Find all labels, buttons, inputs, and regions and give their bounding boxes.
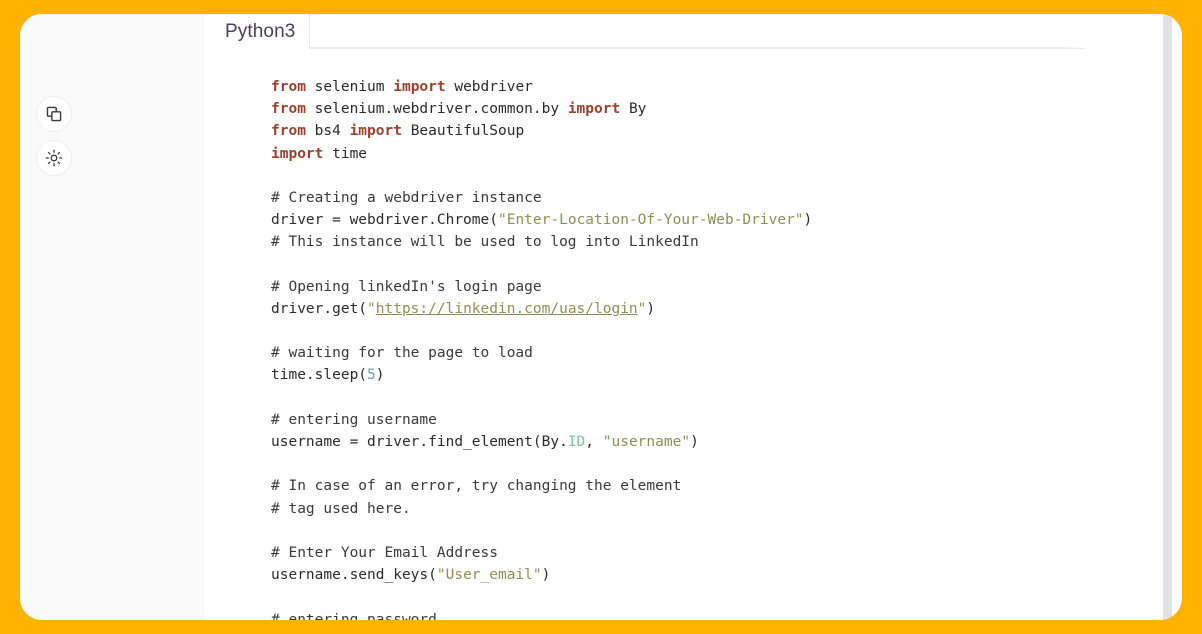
code-token-plain: ) bbox=[541, 567, 551, 584]
code-token-str: "Enter-Location-Of-Your-Web-Driver" bbox=[497, 212, 804, 229]
code-block[interactable]: from selenium import webdriver from selen… bbox=[271, 76, 812, 620]
code-token-str: " bbox=[367, 300, 376, 317]
code-token-plain: BeautifulSoup bbox=[410, 123, 525, 140]
code-token-cls: ID bbox=[567, 434, 586, 450]
copy-icon[interactable] bbox=[36, 96, 72, 132]
code-line: import time bbox=[271, 143, 812, 165]
code-token-plain: webdriver bbox=[454, 79, 533, 95]
vertical-scrollbar[interactable] bbox=[1163, 14, 1172, 620]
code-token-plain: selenium.webdriver.common.by bbox=[314, 101, 568, 118]
brightness-icon[interactable] bbox=[36, 140, 72, 176]
code-token-cmt: # Opening linkedIn's login page bbox=[271, 278, 542, 295]
code-token-plain: By bbox=[628, 101, 647, 118]
code-token-cmt: # In case of an error, try changing the … bbox=[271, 478, 682, 495]
code-token-kw: from bbox=[271, 123, 315, 140]
code-token-cmt: # entering username bbox=[271, 411, 437, 428]
code-token-plain: bs4 bbox=[314, 123, 350, 140]
code-token-plain: username = driver.find_element(By. bbox=[271, 434, 568, 450]
code-token-cmt: # tag used here. bbox=[271, 500, 411, 517]
code-token-num: 5 bbox=[367, 367, 376, 384]
code-line: time.sleep(5) bbox=[271, 364, 812, 386]
code-line: # waiting for the page to load bbox=[271, 342, 812, 364]
code-token-str: "User_email" bbox=[436, 567, 542, 584]
code-line: # This instance will be used to log into… bbox=[271, 231, 812, 253]
code-token-plain: selenium bbox=[314, 79, 394, 95]
notebook-panel: Python3 from selenium import webdriver fr… bbox=[205, 14, 1163, 620]
code-line: # entering password bbox=[271, 609, 812, 621]
code-line: # In case of an error, try changing the … bbox=[271, 475, 812, 497]
code-token-url: https://linkedin.com/uas/login bbox=[375, 300, 638, 317]
code-line: # Enter Your Email Address bbox=[271, 542, 812, 564]
orange-frame: Python3 from selenium import webdriver fr… bbox=[0, 0, 1202, 634]
code-token-str: "username" bbox=[602, 434, 691, 450]
tab-python3[interactable]: Python3 bbox=[205, 14, 309, 52]
code-line: username.send_keys("User_email") bbox=[271, 564, 812, 586]
code-token-plain: ) bbox=[690, 434, 699, 450]
code-token-plain: ) bbox=[646, 300, 656, 317]
tab-bar-filler bbox=[309, 14, 1085, 49]
code-token-kw: import bbox=[567, 101, 629, 118]
code-token-plain: username.send_keys( bbox=[271, 567, 437, 584]
code-token-kw: import bbox=[271, 145, 333, 162]
code-token-kw: import bbox=[393, 79, 455, 95]
code-token-plain: ) bbox=[375, 367, 385, 384]
code-token-kw: import bbox=[349, 123, 411, 140]
code-token-plain: , bbox=[585, 434, 603, 450]
code-token-kw: from bbox=[271, 79, 315, 95]
code-line: from bs4 import BeautifulSoup bbox=[271, 120, 812, 142]
code-token-cmt: # entering password bbox=[271, 611, 437, 621]
code-token-cmt: # Creating a webdriver instance bbox=[271, 189, 542, 206]
code-token-kw: from bbox=[271, 101, 315, 118]
scrollbar-thumb[interactable] bbox=[1163, 14, 1172, 620]
code-line: driver = webdriver.Chrome("Enter-Locatio… bbox=[271, 209, 812, 231]
code-line: # tag used here. bbox=[271, 498, 812, 520]
code-line: driver.get("https://linkedin.com/uas/log… bbox=[271, 298, 812, 320]
code-token-plain: time.sleep( bbox=[271, 367, 368, 384]
code-line: # Opening linkedIn's login page bbox=[271, 276, 812, 298]
code-token-plain: time bbox=[332, 145, 368, 162]
code-token-plain: driver.get( bbox=[271, 300, 368, 317]
code-token-plain: ) bbox=[803, 212, 813, 229]
code-line: from selenium.webdriver.common.by import… bbox=[271, 98, 812, 120]
code-token-cmt: # This instance will be used to log into… bbox=[271, 234, 699, 251]
code-line: username = driver.find_element(By.ID, "u… bbox=[271, 431, 812, 453]
notebook-card: Python3 from selenium import webdriver fr… bbox=[20, 14, 1182, 620]
code-line: # Creating a webdriver instance bbox=[271, 187, 812, 209]
brightness-icon-glyph bbox=[45, 149, 63, 167]
code-line: # entering username bbox=[271, 409, 812, 431]
copy-icon-glyph bbox=[46, 106, 61, 121]
code-token-cmt: # waiting for the page to load bbox=[271, 345, 533, 362]
code-token-cmt: # Enter Your Email Address bbox=[271, 544, 498, 561]
kernel-tab-bar: Python3 bbox=[205, 14, 1085, 54]
code-token-plain: driver = webdriver.Chrome( bbox=[271, 212, 498, 229]
code-line: from selenium import webdriver bbox=[271, 76, 812, 98]
